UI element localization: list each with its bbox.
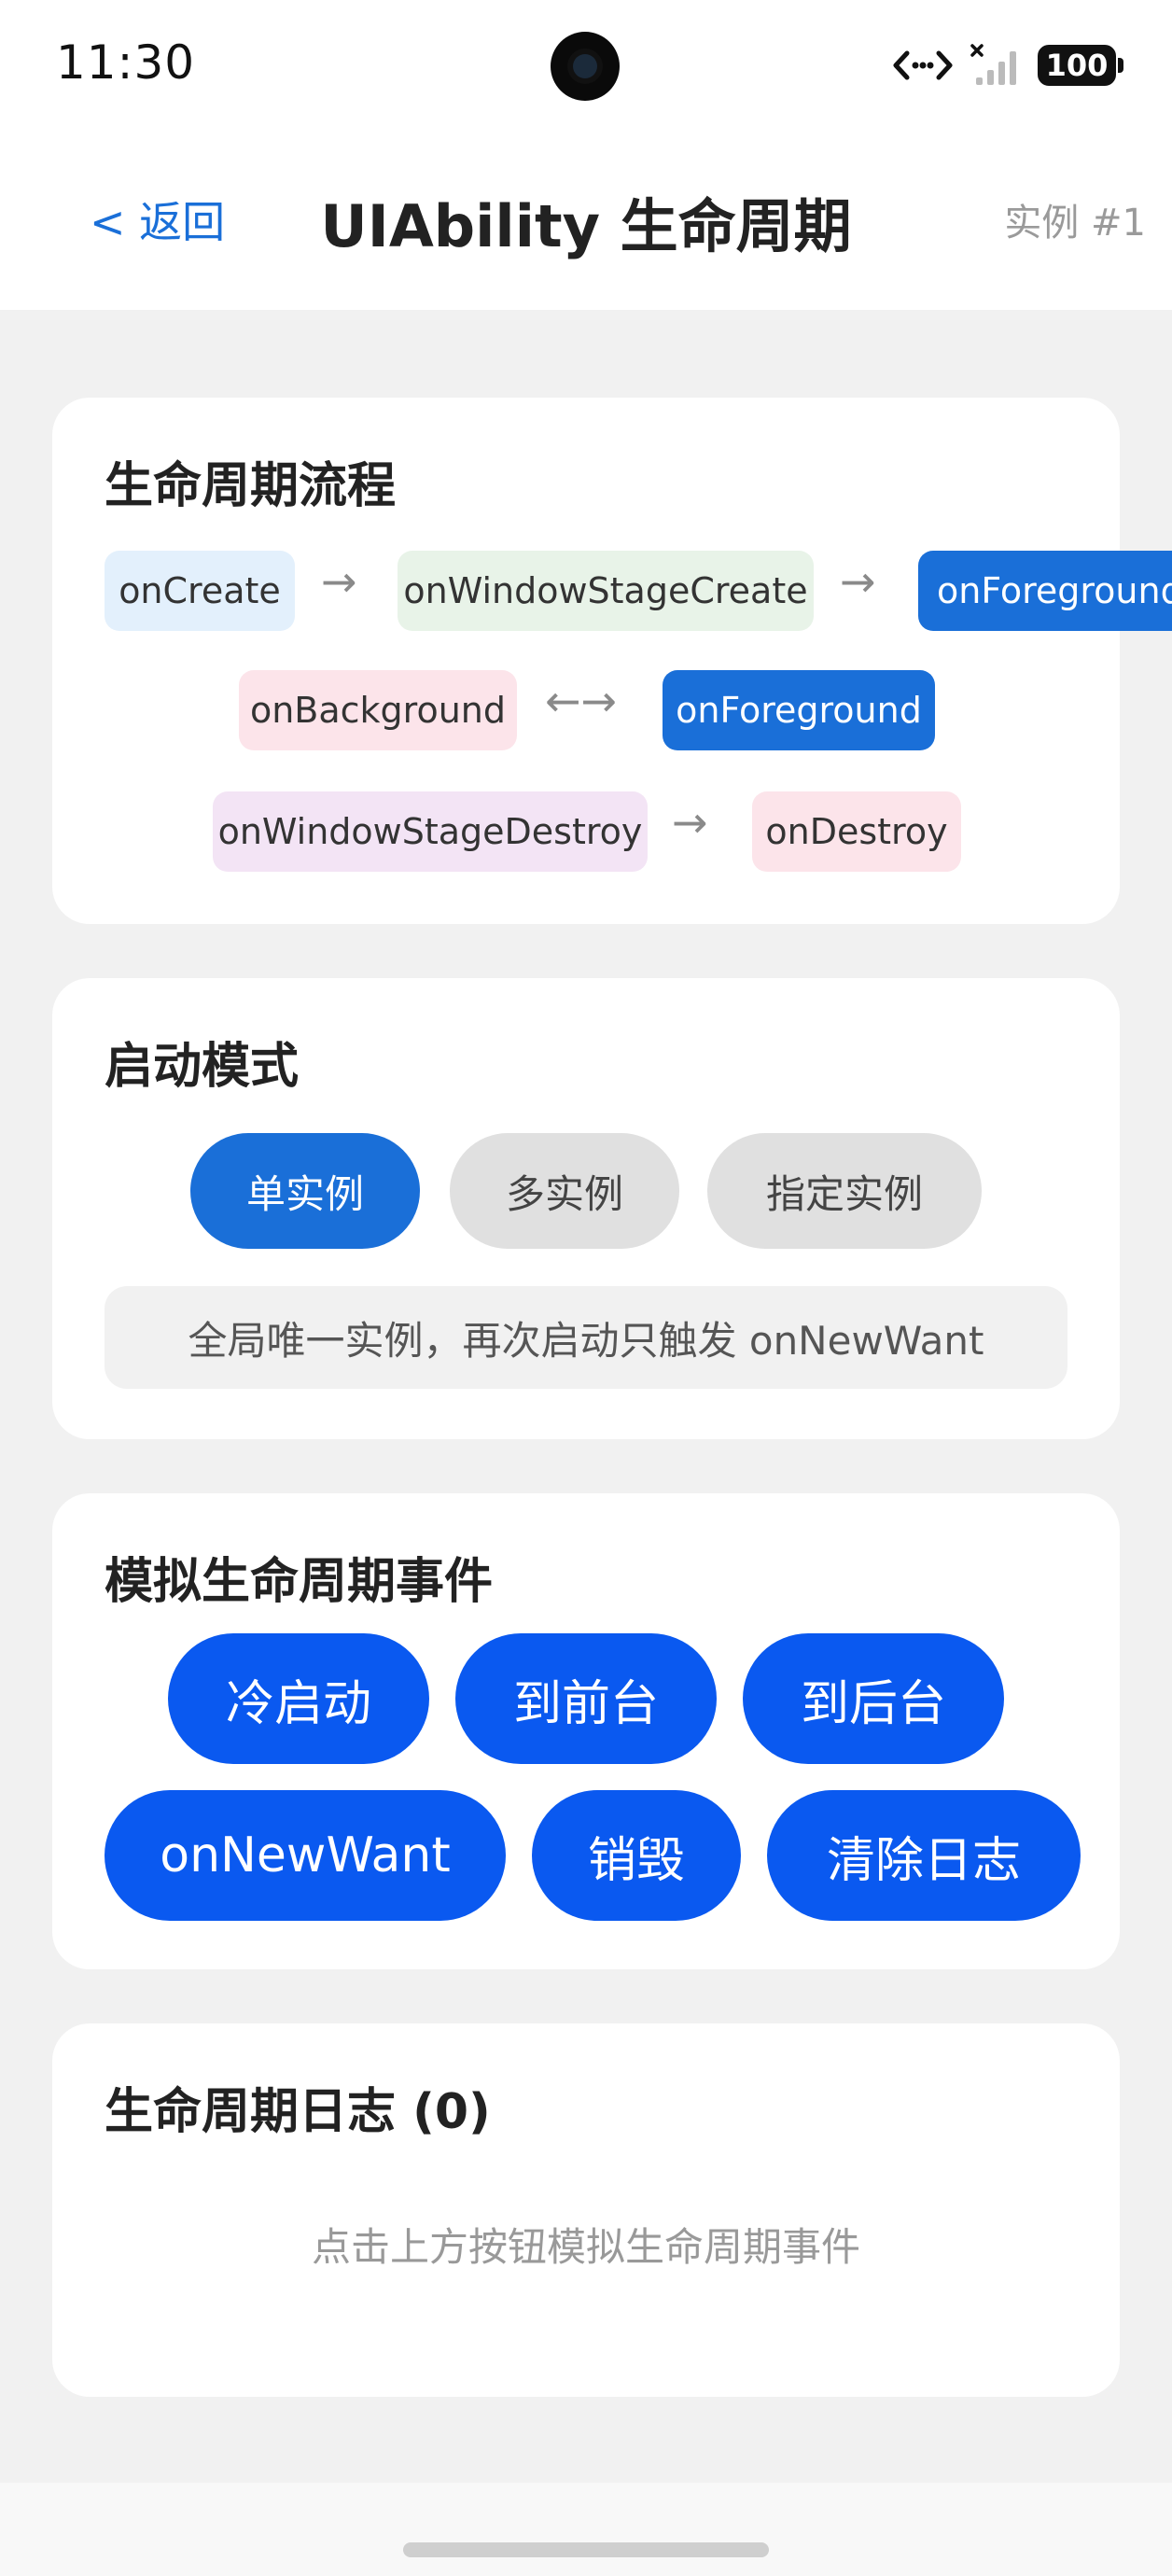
flow-step-oncreate: onCreate [105, 551, 295, 631]
battery-icon: 100 [1038, 45, 1123, 86]
instance-label: 实例 #1 [1004, 202, 1146, 245]
mode-description: 全局唯一实例，再次启动只触发 onNewWant [105, 1286, 1067, 1389]
launch-mode-title: 启动模式 [105, 1039, 300, 1095]
nav-header: < 返回 UIAbility 生命周期 实例 #1 [0, 131, 1172, 310]
clear-log-button[interactable]: 清除日志 [767, 1790, 1081, 1921]
flow-arrow: → [321, 556, 357, 607]
lifecycle-log-card: 生命周期日志 (0) 点击上方按钮模拟生命周期事件 [52, 2023, 1120, 2397]
flow-step-onwindowstagecreate: onWindowStageCreate [398, 551, 814, 631]
signal-icon [970, 44, 1016, 85]
status-icons: 100 [890, 37, 1123, 93]
flow-double-arrow: ←→ [545, 676, 618, 726]
flow-step-onforeground-2: onForeground [663, 670, 935, 750]
simulate-title: 模拟生命周期事件 [105, 1554, 494, 1610]
home-indicator[interactable] [403, 2542, 769, 2557]
camera-icon [551, 32, 620, 101]
mode-specified-button[interactable]: 指定实例 [707, 1133, 982, 1249]
onnewwant-button[interactable]: onNewWant [105, 1790, 506, 1921]
status-time: 11:30 [56, 35, 196, 90]
log-empty-text: 点击上方按钮模拟生命周期事件 [311, 2224, 860, 2270]
destroy-button[interactable]: 销毁 [532, 1790, 741, 1921]
flow-step-onforeground: onForeground [918, 551, 1172, 631]
bottom-bar [0, 2483, 1172, 2576]
launch-mode-card: 启动模式 单实例 多实例 指定实例 全局唯一实例，再次启动只触发 onNewWa… [52, 978, 1120, 1439]
flow-step-ondestroy: onDestroy [752, 791, 961, 872]
mode-multiton-button[interactable]: 多实例 [450, 1133, 679, 1249]
simulate-events-card: 模拟生命周期事件 冷启动 到前台 到后台 onNewWant 销毁 清除日志 [52, 1493, 1120, 1969]
page-title: UIAbility 生命周期 [320, 192, 852, 260]
battery-level: 100 [1045, 48, 1109, 83]
mode-singleton-button[interactable]: 单实例 [190, 1133, 420, 1249]
flow-arrow: → [840, 556, 876, 607]
status-bar: 11:30 100 [0, 0, 1172, 131]
data-transfer-icon [893, 50, 953, 80]
flow-title: 生命周期流程 [105, 458, 397, 514]
lifecycle-flow-card: 生命周期流程 onCreate → onWindowStageCreate → … [52, 398, 1172, 924]
flow-arrow: → [672, 797, 708, 847]
to-background-button[interactable]: 到后台 [743, 1633, 1004, 1764]
flow-step-onwindowstagedestroy: onWindowStageDestroy [213, 791, 648, 872]
to-foreground-button[interactable]: 到前台 [455, 1633, 717, 1764]
cold-start-button[interactable]: 冷启动 [168, 1633, 429, 1764]
flow-step-onbackground: onBackground [239, 670, 517, 750]
log-title: 生命周期日志 (0) [105, 2084, 491, 2140]
